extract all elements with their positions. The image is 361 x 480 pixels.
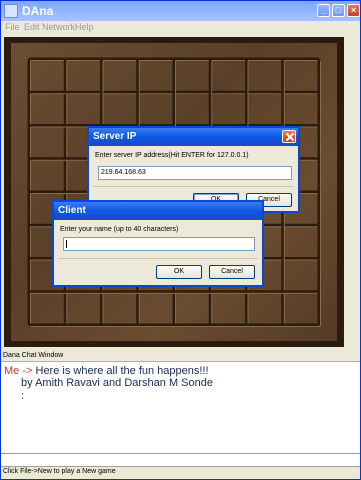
menu-help[interactable]: Help — [75, 22, 94, 32]
server-ip-separator — [93, 186, 294, 187]
chat-message-1: Me -> Here is where all the fun happens!… — [4, 365, 209, 377]
client-cancel-button[interactable]: Cancel — [209, 265, 255, 279]
server-ip-prompt: Enter server IP address(Hit ENTER for 12… — [95, 152, 249, 159]
client-name-prompt: Enter your name (up to 40 characters) — [60, 226, 179, 233]
server-ip-dialog-title: Server IP — [93, 131, 137, 142]
minimize-button[interactable]: _ — [317, 4, 330, 17]
menu-network[interactable]: Network — [42, 22, 75, 32]
chat-sender: Me -> — [4, 365, 33, 377]
server-ip-input[interactable]: 219.64.168.63 — [98, 166, 292, 180]
client-dialog-titlebar[interactable]: Client — [54, 202, 262, 220]
server-ip-dialog-titlebar[interactable]: Server IP — [89, 128, 298, 146]
chat-window-label: Dana Chat Window — [3, 352, 64, 359]
menu-edit[interactable]: Edit — [24, 22, 40, 32]
chat-input[interactable] — [1, 453, 360, 466]
menu-file[interactable]: File — [5, 22, 20, 32]
window-title: DAna — [22, 4, 54, 18]
chat-message-text: Here is where all the fun happens!!! — [32, 365, 209, 377]
chat-window: Me -> Here is where all the fun happens!… — [1, 361, 360, 453]
chat-message-3: : — [21, 390, 25, 402]
client-dialog-title: Client — [58, 205, 86, 216]
maximize-button[interactable]: □ — [332, 4, 345, 17]
client-separator — [58, 258, 258, 259]
close-button[interactable]: × — [347, 4, 360, 17]
client-dialog: Client Enter your name (up to 40 charact… — [52, 200, 264, 287]
menu-bar: File Edit Network Help — [1, 21, 360, 35]
main-window: DAna _ □ × File Edit Network Help Dana C… — [0, 0, 361, 480]
client-ok-button[interactable]: OK — [156, 265, 202, 279]
app-icon — [4, 4, 18, 18]
title-bar[interactable]: DAna _ □ × — [1, 1, 360, 21]
status-text: Click File->New to play a New game — [3, 468, 116, 475]
chat-message-2: by Amith Ravavi and Darshan M Sonde — [21, 377, 213, 389]
client-name-input[interactable] — [63, 237, 255, 251]
status-bar: Click File->New to play a New game — [1, 466, 360, 479]
server-ip-close-icon[interactable] — [282, 130, 296, 143]
